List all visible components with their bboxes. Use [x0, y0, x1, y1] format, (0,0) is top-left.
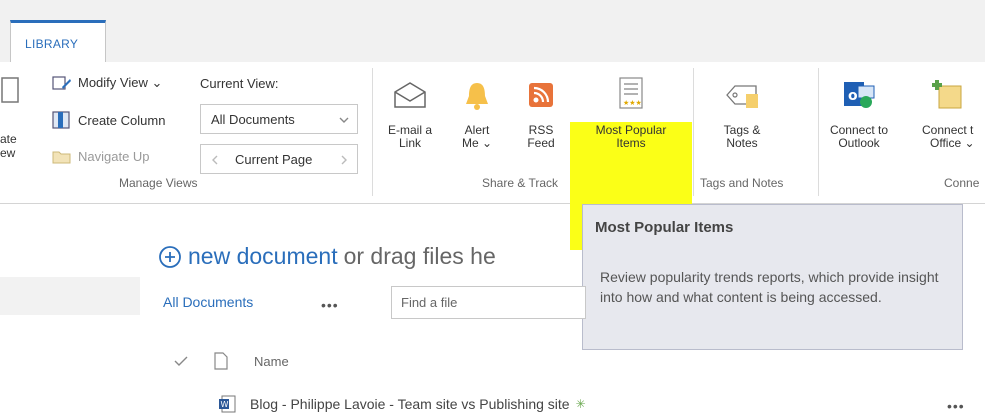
create-column-icon — [52, 111, 70, 129]
group-label-manage-views: Manage Views — [119, 176, 198, 190]
current-page-pager[interactable]: Current Page — [200, 144, 358, 174]
modify-view-icon — [52, 76, 71, 90]
new-item-icon: ✳ — [575, 397, 586, 411]
group-label-tags-notes: Tags and Notes — [700, 176, 784, 190]
rss-icon — [529, 83, 553, 107]
alert-me-button[interactable]: Alert Me ⌄ — [452, 80, 502, 150]
bell-icon — [466, 83, 488, 110]
view-icon — [1, 77, 19, 103]
tooltip-title: Most Popular Items — [595, 219, 734, 236]
modify-view-button[interactable]: Modify View ⌄ — [52, 75, 162, 91]
most-popular-items-button[interactable]: ★★★ Most Popular Items — [578, 76, 684, 150]
find-file-placeholder: Find a file — [401, 295, 458, 310]
document-name-link[interactable]: Blog - Philippe Lavoie - Team site vs Pu… — [250, 396, 570, 412]
email-link-label-2: Link — [398, 136, 421, 150]
create-view-label-2: ew — [0, 146, 16, 160]
view-options-ellipsis[interactable]: ••• — [321, 297, 339, 313]
find-file-input[interactable]: Find a file — [391, 286, 586, 319]
outlook-icon: o — [844, 82, 875, 108]
quick-launch-panel — [0, 277, 140, 315]
current-view-select[interactable]: All Documents — [200, 104, 358, 134]
create-view-button[interactable]: ate ew — [0, 76, 30, 160]
group-divider — [818, 68, 819, 196]
column-header-name[interactable]: Name — [254, 354, 289, 369]
current-page-label: Current Page — [235, 152, 313, 167]
ribbon: ate ew Modify View ⌄ Create Column Navig… — [0, 62, 985, 250]
word-document-icon: W — [219, 395, 236, 413]
table-row[interactable]: W Blog - Philippe Lavoie - Team site vs … — [218, 395, 586, 413]
navigate-up-label: Navigate Up — [78, 148, 150, 164]
tags-notes-label-2: Notes — [726, 136, 758, 150]
modify-view-label: Modify View ⌄ — [78, 75, 163, 90]
checkmark-icon[interactable] — [174, 355, 188, 367]
connect-office-label-2: Office ⌄ — [930, 136, 975, 150]
new-document-link[interactable]: new document or drag files he — [158, 243, 496, 270]
row-menu-ellipsis[interactable]: ••• — [947, 398, 965, 414]
chevron-left-icon[interactable] — [211, 155, 219, 165]
chevron-right-icon[interactable] — [340, 155, 348, 165]
connect-office-button[interactable]: Connect t Office ⌄ — [910, 78, 985, 150]
group-divider — [372, 68, 373, 196]
plus-circle-icon — [159, 245, 181, 268]
current-view-label: Current View: — [200, 76, 279, 91]
view-all-documents[interactable]: All Documents — [163, 294, 253, 310]
svg-text:W: W — [221, 400, 229, 409]
tags-notes-button[interactable]: Tags & Notes — [712, 80, 772, 150]
svg-text:o: o — [848, 88, 858, 104]
most-popular-label-2: Items — [616, 136, 646, 150]
drag-files-text: or drag files he — [343, 243, 496, 269]
group-divider — [693, 68, 694, 196]
navigate-up-button[interactable]: Navigate Up — [52, 148, 150, 164]
create-view-label-1: ate — [0, 132, 17, 146]
rss-label-2: Feed — [527, 136, 555, 150]
most-popular-icon: ★★★ — [619, 77, 643, 109]
email-link-button[interactable]: E-mail a Link — [380, 80, 440, 150]
connect-outlook-label-2: Outlook — [838, 136, 880, 150]
connect-office-icon — [931, 80, 961, 109]
current-view-value: All Documents — [211, 112, 295, 127]
column-header-row: Name — [174, 352, 289, 370]
create-column-label: Create Column — [78, 112, 166, 128]
rss-feed-button[interactable]: RSS Feed — [516, 80, 566, 150]
tag-icon — [726, 85, 758, 108]
create-column-button[interactable]: Create Column — [52, 111, 165, 129]
folder-up-icon — [52, 151, 71, 164]
tab-library[interactable]: LIBRARY — [10, 20, 106, 63]
tab-library-label: LIBRARY — [25, 37, 79, 51]
connect-outlook-button[interactable]: o Connect to Outlook — [826, 78, 892, 150]
envelope-icon — [394, 82, 426, 108]
tooltip-most-popular-items: Most Popular Items Review popularity tre… — [582, 204, 963, 350]
group-label-share-track: Share & Track — [482, 176, 559, 190]
tooltip-body: Review popularity trends reports, which … — [600, 269, 939, 305]
document-type-icon — [214, 352, 228, 370]
ribbon-tab-bar: LIBRARY — [0, 0, 985, 63]
chevron-down-icon — [339, 117, 349, 123]
alert-me-label-2: Me ⌄ — [461, 136, 493, 150]
svg-text:★★★: ★★★ — [623, 99, 642, 107]
group-label-connect: Conne — [944, 176, 980, 190]
new-document-label: new document — [188, 243, 338, 269]
